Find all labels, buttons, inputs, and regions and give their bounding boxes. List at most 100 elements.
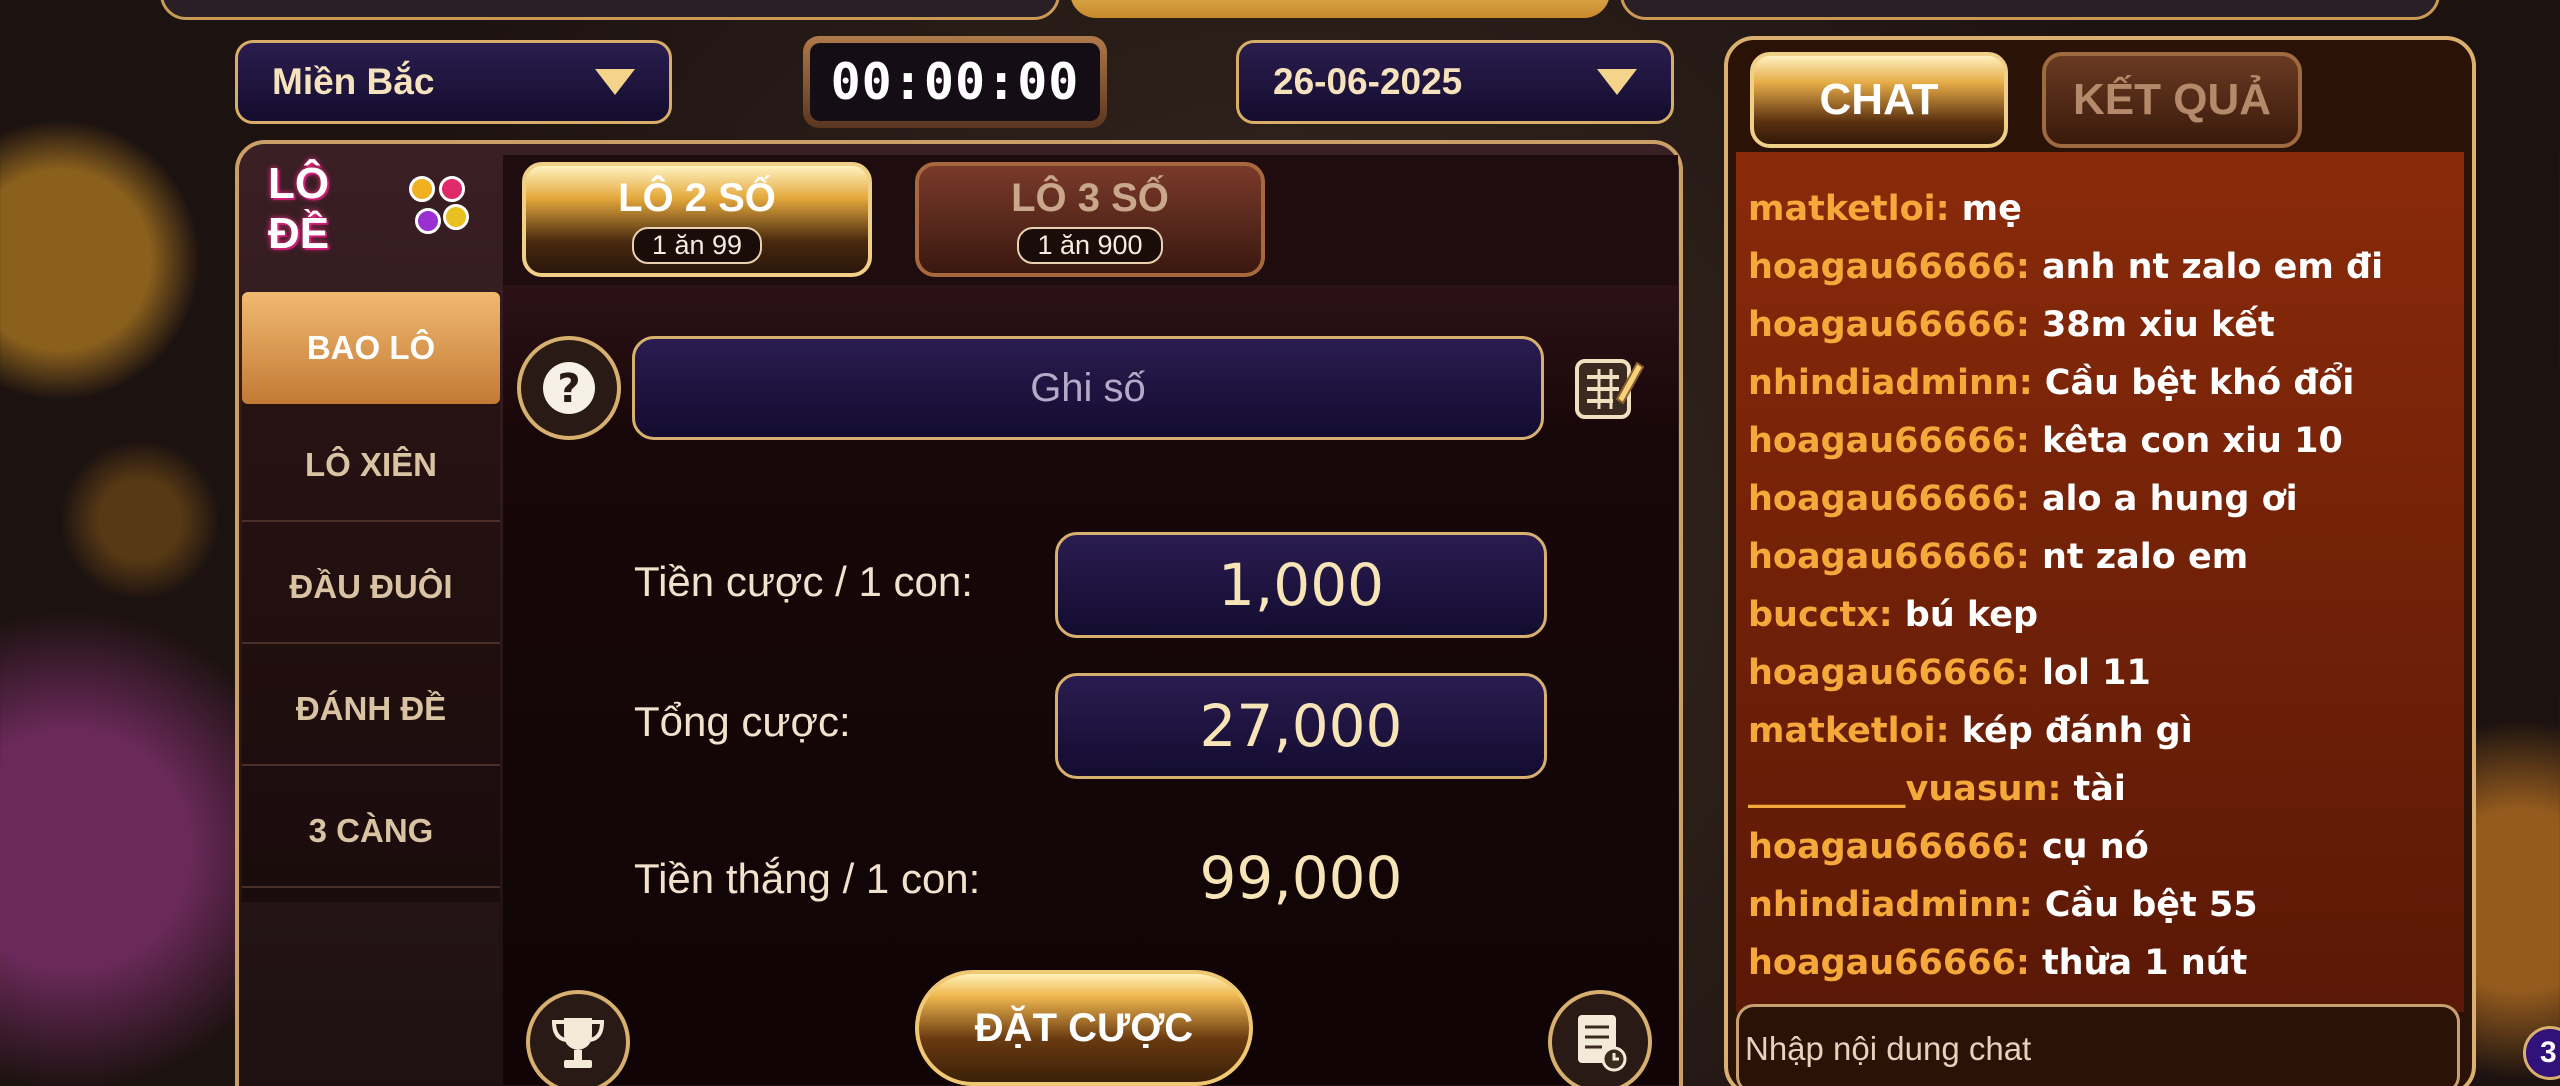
- bet-per-value: 1,000: [1217, 551, 1385, 619]
- trophy-icon: [551, 1018, 605, 1068]
- sidebar-item-label: LÔ XIÊN: [304, 446, 438, 483]
- total-bet-field: 27,000: [1055, 673, 1547, 779]
- top-bar-center-decoration: [1070, 0, 1610, 18]
- chat-username: hoagau66666:: [1748, 827, 2030, 867]
- chat-text: nt zalo em: [2041, 537, 2249, 577]
- tab-lo-3-so[interactable]: LÔ 3 SỐ 1 ăn 900: [915, 162, 1265, 277]
- logo-text: LÔ ĐỀ: [268, 159, 330, 258]
- place-bet-button[interactable]: ĐẶT CƯỢC: [915, 970, 1253, 1086]
- lottery-balls-icon: [401, 174, 469, 244]
- sidebar-item-label: 3 CÀNG: [308, 812, 434, 849]
- chat-message: hoagau66666: lol 11: [1748, 644, 2460, 702]
- tab-ket-qua[interactable]: KẾT QUẢ: [2042, 52, 2302, 148]
- svg-text:?: ?: [557, 366, 580, 412]
- chat-text: Cầu bệt 55: [2044, 885, 2258, 925]
- total-bet-value: 27,000: [1199, 692, 1403, 760]
- number-input[interactable]: Ghi số: [632, 336, 1544, 440]
- chat-text: bú kep: [1904, 595, 2039, 635]
- chat-text: tài: [2073, 769, 2126, 809]
- chat-message: hoagau66666: anh nt zalo em đi: [1748, 238, 2460, 296]
- total-bet-label: Tổng cược:: [634, 698, 851, 745]
- lo-de-logo: LÔ ĐỀ: [268, 159, 469, 258]
- chat-message: matketloi: kép đánh gì: [1748, 702, 2460, 760]
- chat-text: anh nt zalo em đi: [2041, 247, 2384, 287]
- leaderboard-button[interactable]: [526, 990, 630, 1086]
- chat-username: hoagau66666:: [1748, 421, 2030, 461]
- bet-type-sidebar: BAO LÔ LÔ XIÊN ĐẦU ĐUÔI ĐÁNH ĐỀ 3 CÀNG: [242, 292, 500, 902]
- chat-text: 38m xiu kết: [2041, 305, 2275, 345]
- question-mark-icon: ?: [543, 362, 595, 414]
- sidebar-item-dau-duoi[interactable]: ĐẦU ĐUÔI: [242, 532, 500, 644]
- chat-input[interactable]: Nhập nội dung chat: [1736, 1004, 2460, 1086]
- chat-text: mẹ: [1961, 189, 2022, 229]
- chat-username: hoagau66666:: [1748, 943, 2030, 983]
- help-button[interactable]: ?: [517, 336, 621, 440]
- chat-message: bucctx: bú kep: [1748, 586, 2460, 644]
- sidebar-item-label: BAO LÔ: [306, 329, 436, 366]
- chat-text: cụ nó: [2041, 827, 2149, 867]
- chat-username: bucctx:: [1748, 595, 1893, 635]
- bet-per-input[interactable]: 1,000: [1055, 532, 1547, 638]
- edit-numbers-button[interactable]: [1573, 355, 1645, 423]
- top-bar-left-decoration: [160, 0, 1060, 20]
- tab-ket-qua-label: KẾT QUẢ: [2073, 75, 2271, 124]
- bet-history-button[interactable]: [1548, 990, 1652, 1086]
- tab-label: LÔ 2 SỐ: [618, 175, 776, 220]
- place-bet-label: ĐẶT CƯỢC: [974, 1005, 1194, 1050]
- sidebar-item-lo-xien[interactable]: LÔ XIÊN: [242, 410, 500, 522]
- notification-badge[interactable]: 3: [2523, 1026, 2560, 1080]
- chat-message: hoagau66666: thừa 1 nút: [1748, 934, 2460, 992]
- chat-message: hoagau66666: 38m xiu kết: [1748, 296, 2460, 354]
- chat-username: _________vuasun:: [1748, 769, 2062, 809]
- date-dropdown[interactable]: 26-06-2025: [1236, 40, 1674, 124]
- chat-text: kêta con xiu 10: [2041, 421, 2343, 461]
- chat-username: hoagau66666:: [1748, 479, 2030, 519]
- tab-label: LÔ 3 SỐ: [1011, 175, 1169, 220]
- history-document-icon: [1578, 1015, 1627, 1072]
- number-input-placeholder: Ghi số: [1030, 365, 1146, 410]
- sidebar-item-label: ĐÁNH ĐỀ: [295, 690, 447, 727]
- chat-username: hoagau66666:: [1748, 247, 2030, 287]
- chat-text: thừa 1 nút: [2041, 943, 2248, 983]
- chat-text: alo a hung ơi: [2041, 479, 2298, 519]
- win-per-label: Tiền thắng / 1 con:: [634, 855, 981, 902]
- chat-message: hoagau66666: alo a hung ơi: [1748, 470, 2460, 528]
- tab-lo-2-so[interactable]: LÔ 2 SỐ 1 ăn 99: [522, 162, 872, 277]
- chat-username: matketloi:: [1748, 711, 1950, 751]
- tab-chat-label: CHAT: [1819, 75, 1939, 124]
- chat-username: nhindiadminn:: [1748, 885, 2033, 925]
- chevron-down-icon: [595, 69, 635, 95]
- region-dropdown[interactable]: Miền Bắc: [235, 40, 672, 124]
- chat-message: hoagau66666: kêta con xiu 10: [1748, 412, 2460, 470]
- tab-odds: 1 ăn 99: [631, 226, 763, 264]
- chat-input-placeholder: Nhập nội dung chat: [1745, 1030, 2032, 1067]
- win-per-value: 99,000: [1199, 844, 1403, 912]
- countdown-timer: 00:00:00: [803, 36, 1107, 128]
- date-dropdown-value: 26-06-2025: [1273, 61, 1463, 102]
- chat-text: lol 11: [2041, 653, 2151, 693]
- edit-grid-icon: [1575, 359, 1645, 419]
- chat-username: matketloi:: [1748, 189, 1950, 229]
- chevron-down-icon: [1597, 69, 1637, 95]
- chat-username: hoagau66666:: [1748, 653, 2030, 693]
- top-bar-right-decoration: [1620, 0, 2440, 20]
- sidebar-item-3-cang[interactable]: 3 CÀNG: [242, 776, 500, 888]
- chat-message: nhindiadminn: Cầu bệt 55: [1748, 876, 2460, 934]
- chat-username: nhindiadminn:: [1748, 363, 2033, 403]
- chat-text: Cầu bệt khó đổi: [2044, 363, 2355, 403]
- region-dropdown-value: Miền Bắc: [272, 61, 435, 102]
- chat-username: hoagau66666:: [1748, 537, 2030, 577]
- tab-odds: 1 ăn 900: [1017, 226, 1163, 264]
- sidebar-item-danh-de[interactable]: ĐÁNH ĐỀ: [242, 654, 500, 766]
- tab-chat[interactable]: CHAT: [1750, 52, 2008, 148]
- chat-text: kép đánh gì: [1961, 711, 2193, 751]
- notification-badge-count: 3: [2540, 1036, 2557, 1069]
- chat-message-list[interactable]: matketloi: mẹ hoagau66666: anh nt zalo em …: [1748, 152, 2460, 1000]
- countdown-timer-value: 00:00:00: [810, 43, 1100, 121]
- sidebar-item-label: ĐẦU ĐUÔI: [289, 568, 453, 605]
- sidebar-item-bao-lo[interactable]: BAO LÔ: [242, 292, 500, 404]
- chat-message: nhindiadminn: Cầu bệt khó đổi: [1748, 354, 2460, 412]
- chat-message: matketloi: mẹ: [1748, 180, 2460, 238]
- bet-per-label: Tiền cược / 1 con:: [634, 558, 973, 605]
- chat-message: hoagau66666: cụ nó: [1748, 818, 2460, 876]
